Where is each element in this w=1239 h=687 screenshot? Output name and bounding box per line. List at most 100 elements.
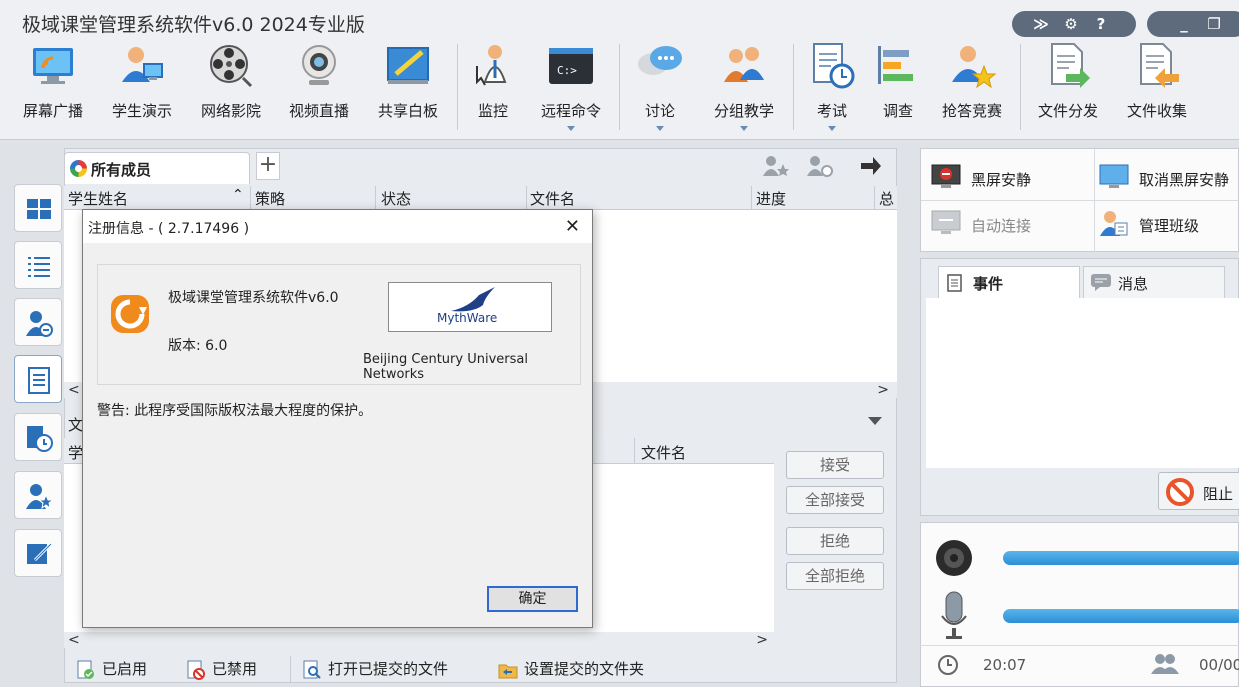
user-star-icon[interactable] [762, 154, 790, 178]
toolbar-label: 视频直播 [288, 102, 349, 120]
help-icon[interactable]: ? [1086, 15, 1116, 33]
scroll-right-icon[interactable]: > [756, 632, 768, 648]
chevron-down-icon[interactable] [828, 126, 836, 131]
block-label: 阻止 [1203, 485, 1234, 503]
horizontal-scrollbar[interactable]: < > [64, 632, 774, 648]
survey-bars-icon [878, 46, 913, 84]
toolbar-student-demo[interactable]: 学生演示 [102, 40, 182, 140]
disabled-label: 已禁用 [212, 660, 258, 678]
toolbar-discussion[interactable]: 讨论 [620, 40, 700, 140]
col-progress[interactable]: 进度 [756, 188, 786, 209]
disabled-button[interactable]: 已禁用 [186, 658, 257, 680]
accept-button[interactable]: 接受 [786, 451, 884, 479]
open-submitted-files-button[interactable]: 打开已提交的文件 [302, 658, 448, 680]
registration-dialog: 注册信息 - ( 2.7.17496 ) ✕ 极域课堂管理系统软件v6.0 版本… [82, 209, 593, 628]
divider [921, 200, 1239, 201]
arrow-right-icon[interactable] [860, 156, 882, 176]
toolbar-file-collect[interactable]: 文件收集 [1117, 40, 1197, 140]
user-settings-icon[interactable] [806, 154, 834, 178]
microphone-volume-slider[interactable] [1003, 609, 1239, 623]
chat-bubbles-icon [638, 46, 682, 75]
nav-student-status[interactable] [14, 298, 62, 346]
accept-all-button[interactable]: 全部接受 [786, 486, 884, 514]
grid-icon [27, 199, 51, 219]
time-display: 20:07 [983, 656, 1027, 674]
restore-icon[interactable]: ❐ [1199, 15, 1229, 33]
window-controls: _ ❐ [1147, 11, 1239, 37]
nav-contest[interactable] [14, 471, 62, 519]
nav-whiteboard[interactable] [14, 529, 62, 577]
toolbar-label: 学生演示 [111, 102, 172, 120]
toolbar-group-teaching[interactable]: 分组教学 [704, 40, 784, 140]
screen-broadcast-icon [33, 48, 73, 84]
set-submit-folder-button[interactable]: 设置提交的文件夹 [498, 658, 644, 680]
tab-label: 所有成员 [91, 161, 152, 179]
scroll-right-icon[interactable]: > [877, 382, 889, 398]
tab-events[interactable]: 事件 [938, 266, 1080, 298]
nav-list-view[interactable] [14, 241, 62, 289]
toolbar-file-distribute[interactable]: 文件分发 [1028, 40, 1108, 140]
tab-all-members[interactable]: 所有成员 [64, 152, 250, 184]
toolbar-remote-command[interactable]: C:> 远程命令 [531, 40, 611, 140]
col-student-name[interactable]: 学生姓名 [68, 188, 128, 209]
col-filename[interactable]: 文件名 [530, 188, 575, 209]
file-section-label: 文 [68, 416, 84, 434]
block-button[interactable]: 阻止 [1158, 472, 1239, 510]
enabled-button[interactable]: 已启用 [76, 658, 147, 680]
film-reel-icon [210, 45, 253, 88]
reject-all-button[interactable]: 全部拒绝 [786, 562, 884, 590]
speaker-volume-slider[interactable] [1003, 551, 1239, 565]
nav-document[interactable] [14, 355, 62, 403]
screen-control-panel: 黑屏安静 取消黑屏安静 自动连接 管理班级 [920, 148, 1239, 253]
col-separator [250, 186, 251, 210]
pen-board-icon [27, 542, 53, 564]
ok-button[interactable]: 确定 [487, 586, 578, 612]
col-student[interactable]: 学 [68, 442, 83, 463]
divider [1094, 149, 1095, 253]
exam-clock-icon [813, 43, 855, 89]
col-status[interactable]: 状态 [381, 188, 411, 209]
file-search-icon [303, 660, 321, 679]
members-color-icon [70, 160, 87, 177]
enabled-label: 已启用 [102, 660, 148, 678]
toolbar-network-cinema[interactable]: 网络影院 [191, 40, 271, 140]
toolbar-shared-whiteboard[interactable]: 共享白板 [368, 40, 448, 140]
close-icon[interactable]: ✕ [565, 216, 580, 237]
collapse-icon[interactable]: ≫ [1026, 15, 1056, 33]
toolbar-quiz-contest[interactable]: 抢答竞赛 [932, 40, 1012, 140]
chevron-down-icon[interactable] [740, 126, 748, 131]
logo-text: MythWare [437, 311, 498, 325]
scroll-left-icon[interactable]: < [68, 632, 80, 648]
toolbar-label: 文件收集 [1126, 102, 1187, 120]
tab-messages[interactable]: 消息 [1083, 266, 1225, 298]
sort-asc-icon[interactable]: ⌃ [232, 187, 244, 203]
col-policy[interactable]: 策略 [255, 188, 285, 209]
toolbar-video-live[interactable]: 视频直播 [279, 40, 359, 140]
add-tab-button[interactable]: + [256, 152, 280, 180]
col-filename[interactable]: 文件名 [641, 442, 686, 463]
collapse-section-icon[interactable] [868, 417, 882, 425]
black-screen-icon [931, 164, 961, 188]
minimize-icon[interactable]: _ [1169, 15, 1199, 33]
star-user-icon [952, 46, 996, 89]
scroll-left-icon[interactable]: < [68, 382, 80, 398]
nav-thumbnail-view[interactable] [14, 184, 62, 232]
manage-class-label: 管理班级 [1139, 217, 1200, 235]
grid-header: 学生姓名 ⌃ 策略 状态 文件名 进度 总 [64, 186, 897, 210]
chevron-down-icon[interactable] [656, 126, 664, 131]
document-icon [947, 274, 962, 292]
monitor-person-icon [476, 45, 507, 86]
reject-button[interactable]: 拒绝 [786, 527, 884, 555]
chevron-down-icon[interactable] [567, 126, 575, 131]
microphone-icon[interactable] [938, 590, 970, 642]
toolbar-survey[interactable]: 调查 [858, 40, 938, 140]
nav-exam[interactable] [14, 413, 62, 461]
vendor-logo: MythWare [388, 282, 552, 332]
gear-icon[interactable]: ⚙ [1056, 15, 1086, 33]
toolbar-screen-broadcast[interactable]: 屏幕广播 [13, 40, 93, 140]
speaker-icon[interactable] [934, 538, 974, 578]
file-blocked-icon [187, 660, 205, 680]
product-version: 版本: 6.0 [168, 338, 228, 354]
toolbar-monitor[interactable]: 监控 [453, 40, 533, 140]
col-total[interactable]: 总 [879, 188, 894, 209]
